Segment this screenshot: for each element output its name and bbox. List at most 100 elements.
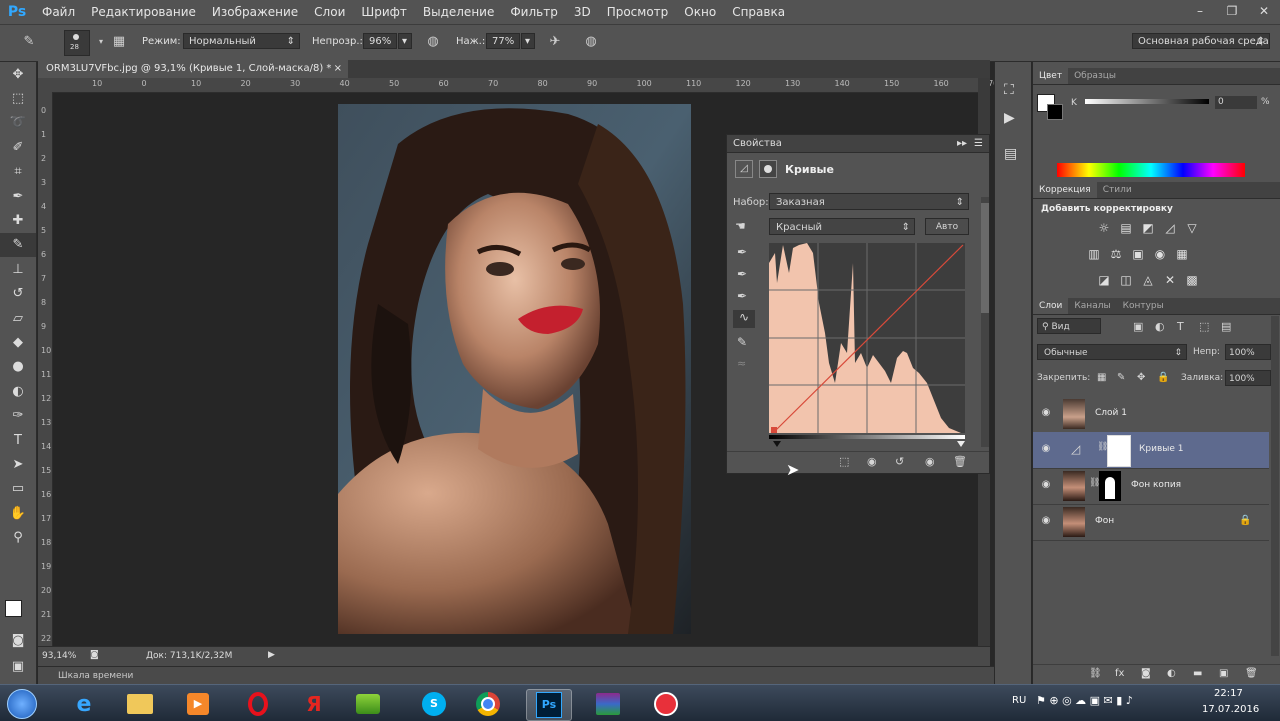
- type-tool-icon[interactable]: T: [0, 428, 36, 452]
- view-previous-icon[interactable]: ◉: [867, 455, 877, 468]
- layer-opacity-input[interactable]: 100%: [1225, 344, 1271, 360]
- status-menu-icon[interactable]: ◙: [90, 650, 99, 660]
- history-brush-tool-icon[interactable]: ↺: [0, 282, 36, 306]
- filter-shape-icon[interactable]: ⬚: [1199, 320, 1209, 333]
- new-layer-icon[interactable]: ▣: [1219, 668, 1228, 679]
- properties-scrollbar[interactable]: [981, 197, 989, 447]
- minimize-button[interactable]: –: [1184, 0, 1216, 22]
- gray-point-eyedropper-icon[interactable]: ✒: [737, 267, 747, 281]
- ie-icon[interactable]: e: [62, 689, 106, 719]
- properties-panel-icon[interactable]: ▤: [1004, 146, 1017, 162]
- black-slider[interactable]: [773, 441, 781, 447]
- skype-icon[interactable]: S: [412, 689, 456, 719]
- smooth-curve-icon[interactable]: ≈: [737, 357, 746, 370]
- link-layers-icon[interactable]: ⛓: [1089, 668, 1102, 679]
- lock-position-icon[interactable]: ✥: [1137, 372, 1145, 383]
- menu-edit[interactable]: Редактирование: [83, 0, 204, 24]
- brush-panel-icon[interactable]: ▦: [110, 33, 128, 51]
- black-point-eyedropper-icon[interactable]: ✒: [737, 245, 747, 259]
- gradient-map-adjust-icon[interactable]: ▩: [1185, 274, 1199, 286]
- curves-adjust-icon[interactable]: ◩: [1141, 222, 1155, 234]
- new-adjustment-icon[interactable]: ◐: [1167, 668, 1176, 679]
- yandex-icon[interactable]: Я: [292, 689, 336, 719]
- eyedropper-tool-icon[interactable]: ✒: [0, 184, 36, 208]
- tab-swatches[interactable]: Образцы: [1068, 68, 1122, 84]
- lasso-tool-icon[interactable]: ➰: [0, 111, 36, 135]
- layer-filter-select[interactable]: ⚲ Вид: [1037, 318, 1101, 334]
- status-arrow-icon[interactable]: ▶: [268, 650, 275, 660]
- filter-type-icon[interactable]: T: [1177, 320, 1184, 333]
- curve-point[interactable]: [771, 427, 777, 433]
- recorder-icon[interactable]: [644, 689, 688, 719]
- clip-to-layer-icon[interactable]: ⬚: [839, 455, 849, 468]
- filter-smart-icon[interactable]: ▤: [1221, 320, 1231, 333]
- filter-pixel-icon[interactable]: ▣: [1133, 320, 1143, 333]
- workspace-select[interactable]: Основная рабочая среда ⇕: [1132, 33, 1270, 49]
- chrome-icon[interactable]: [466, 689, 510, 719]
- tab-styles[interactable]: Стили: [1097, 182, 1138, 198]
- panel-menu-icon[interactable]: ☰: [974, 135, 983, 152]
- quick-mask-icon[interactable]: ◙: [0, 628, 36, 652]
- chevron-down-icon[interactable]: ▾: [92, 33, 110, 51]
- collapse-icon[interactable]: ▸▸: [957, 135, 967, 152]
- paint-bucket-tool-icon[interactable]: ◆: [0, 330, 36, 354]
- layers-scrollbar[interactable]: [1271, 316, 1279, 656]
- menu-file[interactable]: Файл: [34, 0, 83, 24]
- clone-stamp-tool-icon[interactable]: ⊥: [0, 257, 36, 281]
- channel-select[interactable]: Красный ⇕: [769, 218, 915, 235]
- foreground-color-swatch[interactable]: [5, 600, 22, 617]
- eye-icon[interactable]: ◉: [1039, 407, 1053, 419]
- layer-mask-icon[interactable]: [759, 160, 777, 178]
- lock-pixels-icon[interactable]: ✎: [1117, 372, 1125, 383]
- blend-mode-select[interactable]: Обычные ⇕: [1037, 344, 1187, 360]
- document-tab[interactable]: ORM3LU7VFbc.jpg @ 93,1% (Кривые 1, Слой-…: [38, 60, 348, 78]
- opacity-input[interactable]: 96%: [363, 33, 397, 49]
- zoom-level[interactable]: 93,14%: [42, 651, 76, 661]
- menu-layers[interactable]: Слои: [306, 0, 353, 24]
- menu-select[interactable]: Выделение: [415, 0, 502, 24]
- layer-row-selected[interactable]: ◉ ◿ ⛓ Кривые 1: [1033, 432, 1269, 469]
- pencil-draw-icon[interactable]: ✎: [737, 335, 747, 349]
- brush-preset-picker[interactable]: 28: [64, 30, 90, 56]
- screen-mode-icon[interactable]: ▣: [0, 654, 36, 678]
- auto-button[interactable]: Авто: [925, 218, 969, 235]
- explorer-icon[interactable]: [118, 689, 162, 719]
- brush-tool-icon[interactable]: ✎: [0, 232, 36, 258]
- tab-paths[interactable]: Контуры: [1117, 298, 1170, 314]
- start-button[interactable]: [2, 689, 42, 719]
- layer-row[interactable]: ◉ Слой 1: [1033, 396, 1269, 433]
- airbrush-icon[interactable]: ✈: [546, 33, 564, 51]
- language-indicator[interactable]: RU: [1012, 695, 1026, 706]
- quick-select-tool-icon[interactable]: ✐: [0, 135, 36, 159]
- layer-row[interactable]: ◉ ⛓ Фон копия: [1033, 468, 1269, 505]
- reset-icon[interactable]: ↺: [895, 455, 904, 468]
- filter-adjustment-icon[interactable]: ◐: [1155, 320, 1165, 333]
- clock-time[interactable]: 22:17: [1214, 688, 1243, 699]
- menu-help[interactable]: Справка: [724, 0, 793, 24]
- pen-tool-icon[interactable]: ✑: [0, 403, 36, 427]
- vibrance-adjust-icon[interactable]: ▽: [1185, 222, 1199, 234]
- layer-mask-thumbnail[interactable]: [1107, 435, 1131, 467]
- pressure-size-icon[interactable]: ◍: [582, 33, 600, 51]
- timeline-panel-bar[interactable]: Шкала времени: [38, 666, 1028, 684]
- color-balance-adjust-icon[interactable]: ⚖: [1109, 248, 1123, 260]
- layer-style-icon[interactable]: fx: [1115, 668, 1124, 679]
- levels-adjust-icon[interactable]: ▤: [1119, 222, 1133, 234]
- winrar-icon[interactable]: [586, 689, 630, 719]
- move-tool-icon[interactable]: ✥: [0, 62, 36, 86]
- visibility-icon[interactable]: ◉: [925, 455, 935, 468]
- zoom-tool-icon[interactable]: ⚲: [0, 525, 36, 549]
- menu-3d[interactable]: 3D: [566, 0, 599, 24]
- menu-type[interactable]: Шрифт: [353, 0, 415, 24]
- trash-icon[interactable]: 🗑: [953, 455, 967, 468]
- exposure-adjust-icon[interactable]: ◿: [1163, 222, 1177, 234]
- layer-mask-thumbnail[interactable]: [1099, 471, 1121, 501]
- dodge-tool-icon[interactable]: ◐: [0, 379, 36, 403]
- posterize-adjust-icon[interactable]: ◫: [1119, 274, 1133, 286]
- preset-select[interactable]: Заказная ⇕: [769, 193, 969, 210]
- add-mask-icon[interactable]: ◙: [1141, 668, 1151, 679]
- menu-view[interactable]: Просмотр: [599, 0, 677, 24]
- tab-channels[interactable]: Каналы: [1068, 298, 1116, 314]
- rectangle-tool-icon[interactable]: ▭: [0, 477, 36, 501]
- brightness-adjust-icon[interactable]: ☼: [1097, 222, 1111, 234]
